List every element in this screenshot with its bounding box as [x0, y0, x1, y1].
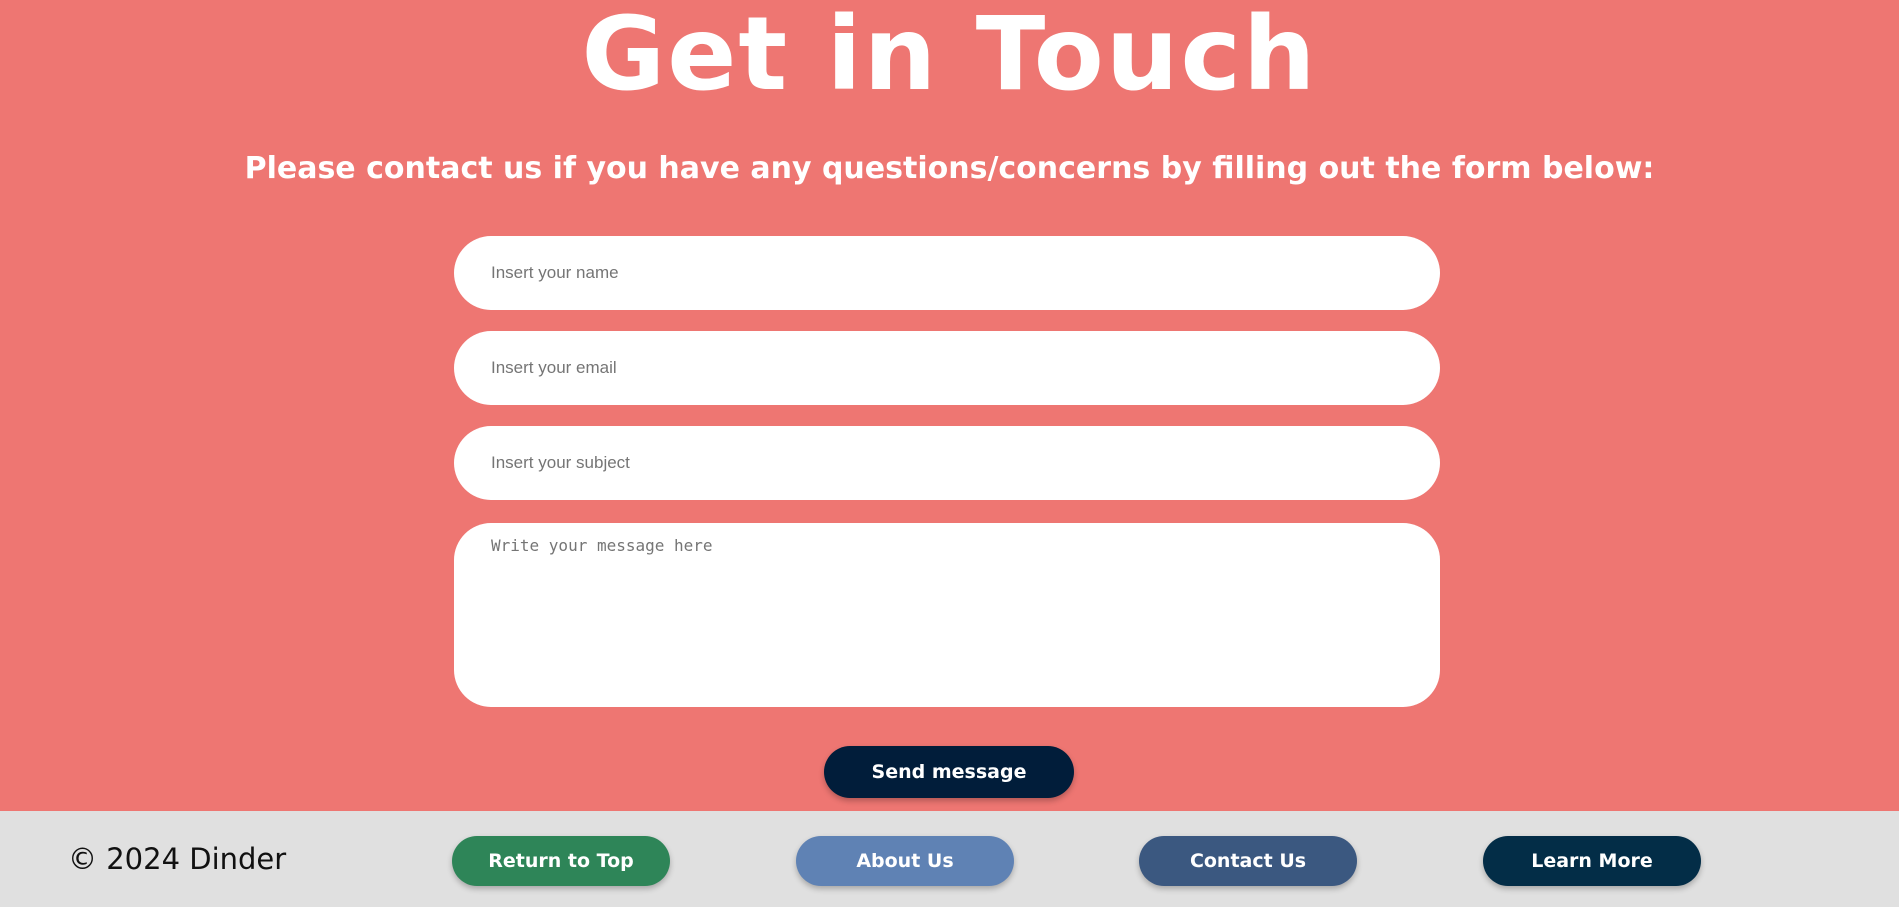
page-subtitle: Please contact us if you have any questi…: [244, 151, 1655, 186]
learn-more-button[interactable]: Learn More: [1483, 836, 1701, 886]
contact-section: Get in Touch Please contact us if you ha…: [0, 0, 1899, 811]
copyright-text: © 2024 Dinder: [68, 842, 287, 876]
about-us-button[interactable]: About Us: [796, 836, 1014, 886]
return-to-top-button[interactable]: Return to Top: [452, 836, 670, 886]
page-title: Get in Touch: [581, 0, 1318, 114]
footer: © 2024 Dinder Return to Top About Us Con…: [0, 811, 1899, 907]
message-textarea[interactable]: [454, 523, 1440, 707]
email-input[interactable]: [454, 331, 1440, 405]
name-input[interactable]: [454, 236, 1440, 310]
page: Get in Touch Please contact us if you ha…: [0, 0, 1899, 907]
send-message-button[interactable]: Send message: [824, 746, 1074, 798]
contact-us-button[interactable]: Contact Us: [1139, 836, 1357, 886]
subject-input[interactable]: [454, 426, 1440, 500]
